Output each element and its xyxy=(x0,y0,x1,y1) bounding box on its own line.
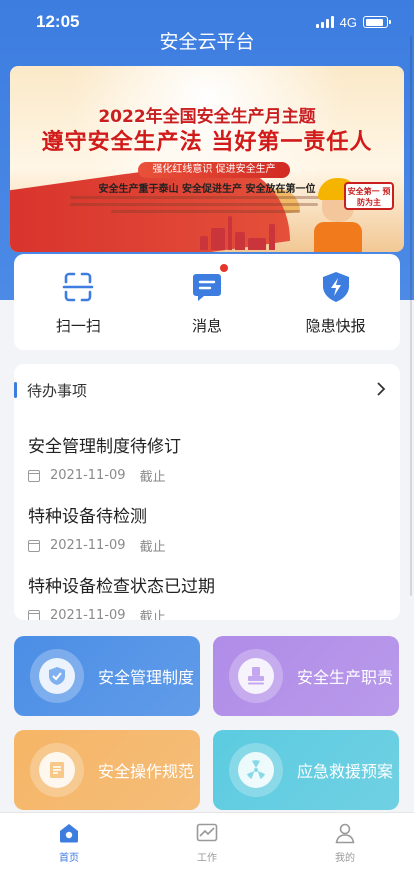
tile-icon-ring xyxy=(30,743,84,797)
banner-ribbon: 强化红线意识 促进安全生产 xyxy=(138,162,290,178)
scan-button[interactable]: 扫一扫 xyxy=(23,269,133,336)
todo-item-status: 截止 xyxy=(139,540,166,555)
notification-badge xyxy=(218,262,229,273)
signal-icon xyxy=(315,16,334,28)
tile-label: 安全管理制度 xyxy=(98,668,195,687)
message-label: 消息 xyxy=(191,316,222,335)
todo-item-title: 特种设备检查状态已过期 xyxy=(28,577,215,597)
calendar-icon xyxy=(28,539,40,552)
tile-label: 安全生产职责 xyxy=(297,668,394,687)
todo-title: 待办事项 xyxy=(27,381,88,400)
tile-icon-ring xyxy=(30,649,84,703)
shield-check-icon xyxy=(39,658,75,694)
tile-icon-ring xyxy=(229,649,283,703)
scan-icon xyxy=(60,269,96,305)
todo-header[interactable]: 待办事项 xyxy=(14,364,400,416)
chart-icon xyxy=(195,821,219,845)
todo-item[interactable]: 特种设备待检测 2021-11-09 截止 xyxy=(14,486,400,556)
todo-item-title: 特种设备待检测 xyxy=(28,507,147,527)
todo-item-date: 2021-11-09 xyxy=(50,538,126,553)
battery-level xyxy=(365,18,383,26)
todo-item-date: 2021-11-09 xyxy=(50,608,126,620)
banner-stamp: 安全第一 预防为主 xyxy=(344,182,394,210)
banner[interactable]: 2022年全国安全生产月主题 遵守安全生产法 当好第一责任人 强化红线意识 促进… xyxy=(10,66,404,252)
tile-label: 应急救援预案 xyxy=(297,762,394,781)
calendar-icon xyxy=(28,469,40,482)
nav-profile[interactable]: 我的 xyxy=(305,821,385,896)
todo-item-date: 2021-11-09 xyxy=(50,468,126,483)
todo-item[interactable]: 安全管理制度待修订 2021-11-09 截止 xyxy=(14,416,400,486)
tile-safety-management[interactable]: 安全管理制度 xyxy=(14,636,200,716)
todo-item-title: 安全管理制度待修订 xyxy=(28,437,181,457)
hazard-shield-icon xyxy=(318,269,354,305)
chevron-right-icon xyxy=(376,380,386,401)
tile-safety-duties[interactable]: 安全生产职责 xyxy=(213,636,399,716)
calendar-icon xyxy=(28,609,40,620)
quick-actions: 扫一扫 消息 隐患快报 xyxy=(14,254,400,350)
city-skyline-icon xyxy=(200,216,290,250)
document-icon xyxy=(39,752,75,788)
scrollbar[interactable] xyxy=(410,36,412,596)
nav-home[interactable]: 首页 xyxy=(29,821,109,896)
todo-item-status: 截止 xyxy=(139,470,166,485)
nav-work-label: 工作 xyxy=(197,853,217,864)
scan-label: 扫一扫 xyxy=(55,316,101,335)
bottom-nav: 首页 工作 我的 xyxy=(0,812,414,896)
stamp-icon xyxy=(238,658,274,694)
banner-slogan: 遵守安全生产法 当好第一责任人 xyxy=(41,129,373,155)
todo-card: 待办事项 安全管理制度待修订 2021-11-09 截止 特种设备待检测 202… xyxy=(14,364,400,620)
user-icon xyxy=(333,821,357,845)
tile-icon-ring xyxy=(229,743,283,797)
hazard-report-button[interactable]: 隐患快报 xyxy=(281,269,391,336)
battery-icon xyxy=(363,16,391,28)
todo-item[interactable]: 特种设备检查状态已过期 2021-11-09 截止 xyxy=(14,556,400,620)
nav-work[interactable]: 工作 xyxy=(167,821,247,896)
home-icon xyxy=(57,821,81,845)
message-icon xyxy=(189,262,229,305)
todo-item-status: 截止 xyxy=(139,610,166,620)
tile-label: 安全操作规范 xyxy=(98,762,195,781)
nav-home-label: 首页 xyxy=(59,853,79,864)
section-marker xyxy=(14,382,17,398)
page-title: 安全云平台 xyxy=(159,31,255,53)
tile-operation-standards[interactable]: 安全操作规范 xyxy=(14,730,200,810)
tile-emergency-plan[interactable]: 应急救援预案 xyxy=(213,730,399,810)
radiation-icon xyxy=(238,752,274,788)
message-button[interactable]: 消息 xyxy=(152,262,262,336)
nav-profile-label: 我的 xyxy=(335,853,355,864)
hazard-report-label: 隐患快报 xyxy=(305,316,366,335)
